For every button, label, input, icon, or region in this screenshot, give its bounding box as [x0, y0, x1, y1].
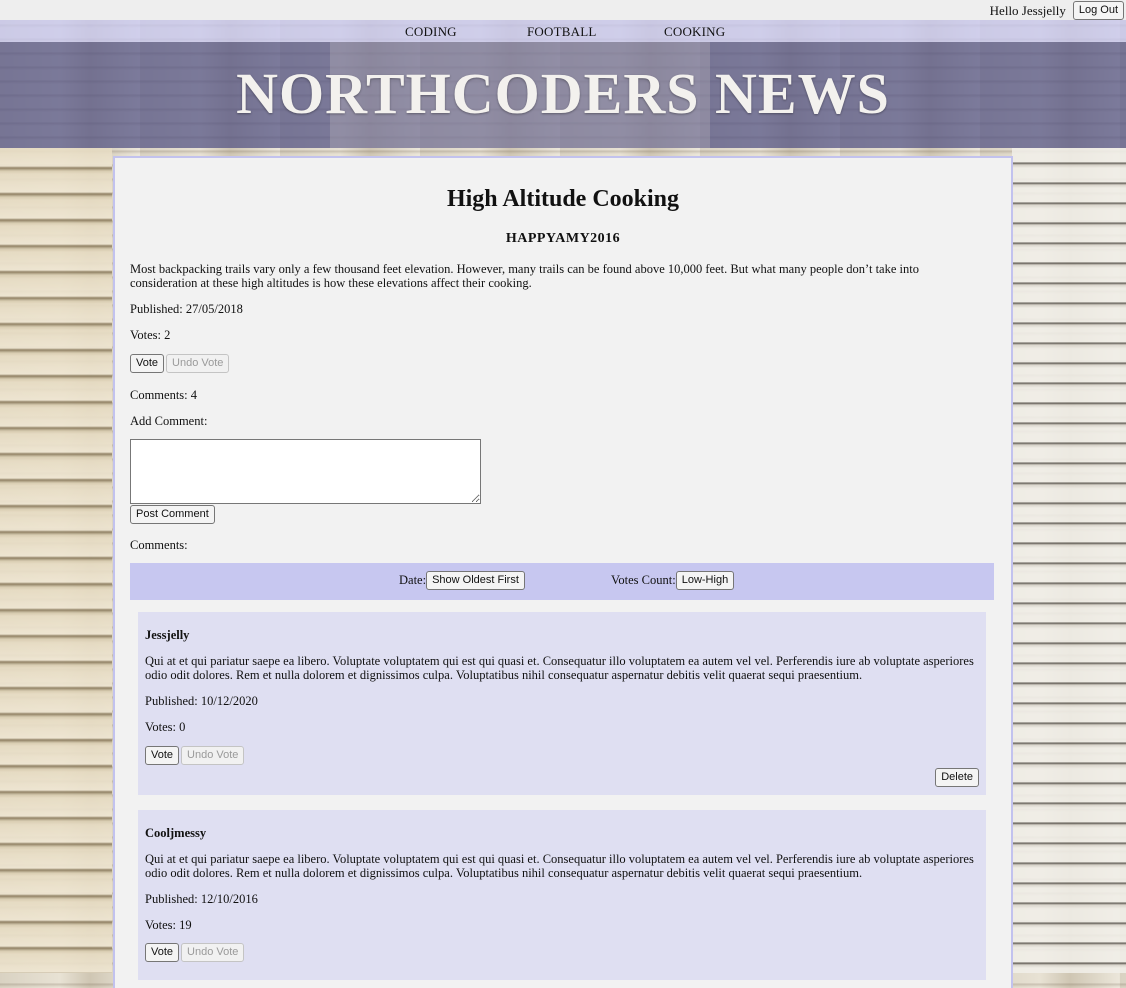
topic-navbar: CODING FOOTBALL COOKING [0, 20, 1126, 42]
comment-body: Qui at et qui pariatur saepe ea libero. … [145, 654, 974, 682]
post-comment-row: Post Comment [130, 505, 215, 524]
comment-votes: Votes: 0 [145, 720, 186, 734]
background-newspaper-right [1012, 148, 1126, 973]
votes-sort-group: Votes Count: Low-High [611, 571, 735, 590]
comment-sort-bar: Date: Show Oldest First Votes Count: Low… [130, 563, 994, 600]
comment-votes: Votes: 19 [145, 918, 192, 932]
comments-count: Comments: 4 [130, 388, 198, 402]
comment-card: Cooljmessy Qui at et qui pariatur saepe … [138, 810, 986, 980]
comment-textarea[interactable] [130, 439, 481, 504]
comment-vote-button[interactable]: Vote [145, 943, 180, 962]
site-title: NORTHCODERS NEWS [236, 61, 890, 126]
nav-link-football[interactable]: FOOTBALL [527, 24, 597, 40]
date-sort-button[interactable]: Show Oldest First [426, 571, 525, 590]
comment-vote-button[interactable]: Vote [145, 746, 180, 765]
article-body: Most backpacking trails vary only a few … [130, 262, 919, 290]
post-comment-button[interactable]: Post Comment [130, 505, 215, 524]
comment-published: Published: 12/10/2016 [145, 892, 258, 906]
comment-body: Qui at et qui pariatur saepe ea libero. … [145, 852, 974, 880]
comment-author: Jessjelly [145, 628, 190, 642]
date-sort-label: Date: [399, 573, 427, 587]
article-vote-controls: Vote Undo Vote [130, 354, 230, 373]
vote-button[interactable]: Vote [130, 354, 165, 373]
nav-link-cooking[interactable]: COOKING [664, 24, 725, 40]
background-newspaper-left [0, 148, 112, 973]
logout-button[interactable]: Log Out [1072, 1, 1124, 20]
comment-undo-vote-button[interactable]: Undo Vote [181, 943, 245, 962]
article-author: HAPPYAMY2016 [505, 231, 621, 246]
article-votes: Votes: 2 [130, 328, 171, 342]
article-panel: High Altitude Cooking HAPPYAMY2016 Most … [113, 156, 1013, 988]
comment-author: Cooljmessy [145, 826, 207, 840]
top-bar: Hello Jessjelly Log Out [0, 0, 1126, 20]
add-comment-label: Add Comment: [130, 414, 208, 428]
comment-vote-controls: Vote Undo Vote [145, 943, 245, 962]
comment-vote-controls: Vote Undo Vote [145, 746, 245, 765]
user-greeting: Hello Jessjelly [989, 2, 1066, 18]
comments-heading: Comments: [130, 538, 188, 552]
comment-published: Published: 10/12/2020 [145, 694, 258, 708]
article-published: Published: 27/05/2018 [130, 302, 243, 316]
comment-delete-button[interactable]: Delete [935, 768, 979, 787]
user-area: Hello Jessjelly Log Out [990, 1, 1124, 20]
votes-sort-label: Votes Count: [611, 573, 676, 587]
comment-card: Jessjelly Qui at et qui pariatur saepe e… [138, 612, 986, 795]
undo-vote-button[interactable]: Undo Vote [166, 354, 230, 373]
comment-delete-row: Delete [935, 767, 979, 787]
article-title: High Altitude Cooking [446, 186, 680, 212]
votes-sort-button[interactable]: Low-High [675, 571, 735, 590]
date-sort-group: Date: Show Oldest First [399, 571, 525, 590]
masthead: NORTHCODERS NEWS [0, 42, 1126, 148]
comment-undo-vote-button[interactable]: Undo Vote [181, 746, 245, 765]
nav-link-coding[interactable]: CODING [405, 24, 457, 40]
